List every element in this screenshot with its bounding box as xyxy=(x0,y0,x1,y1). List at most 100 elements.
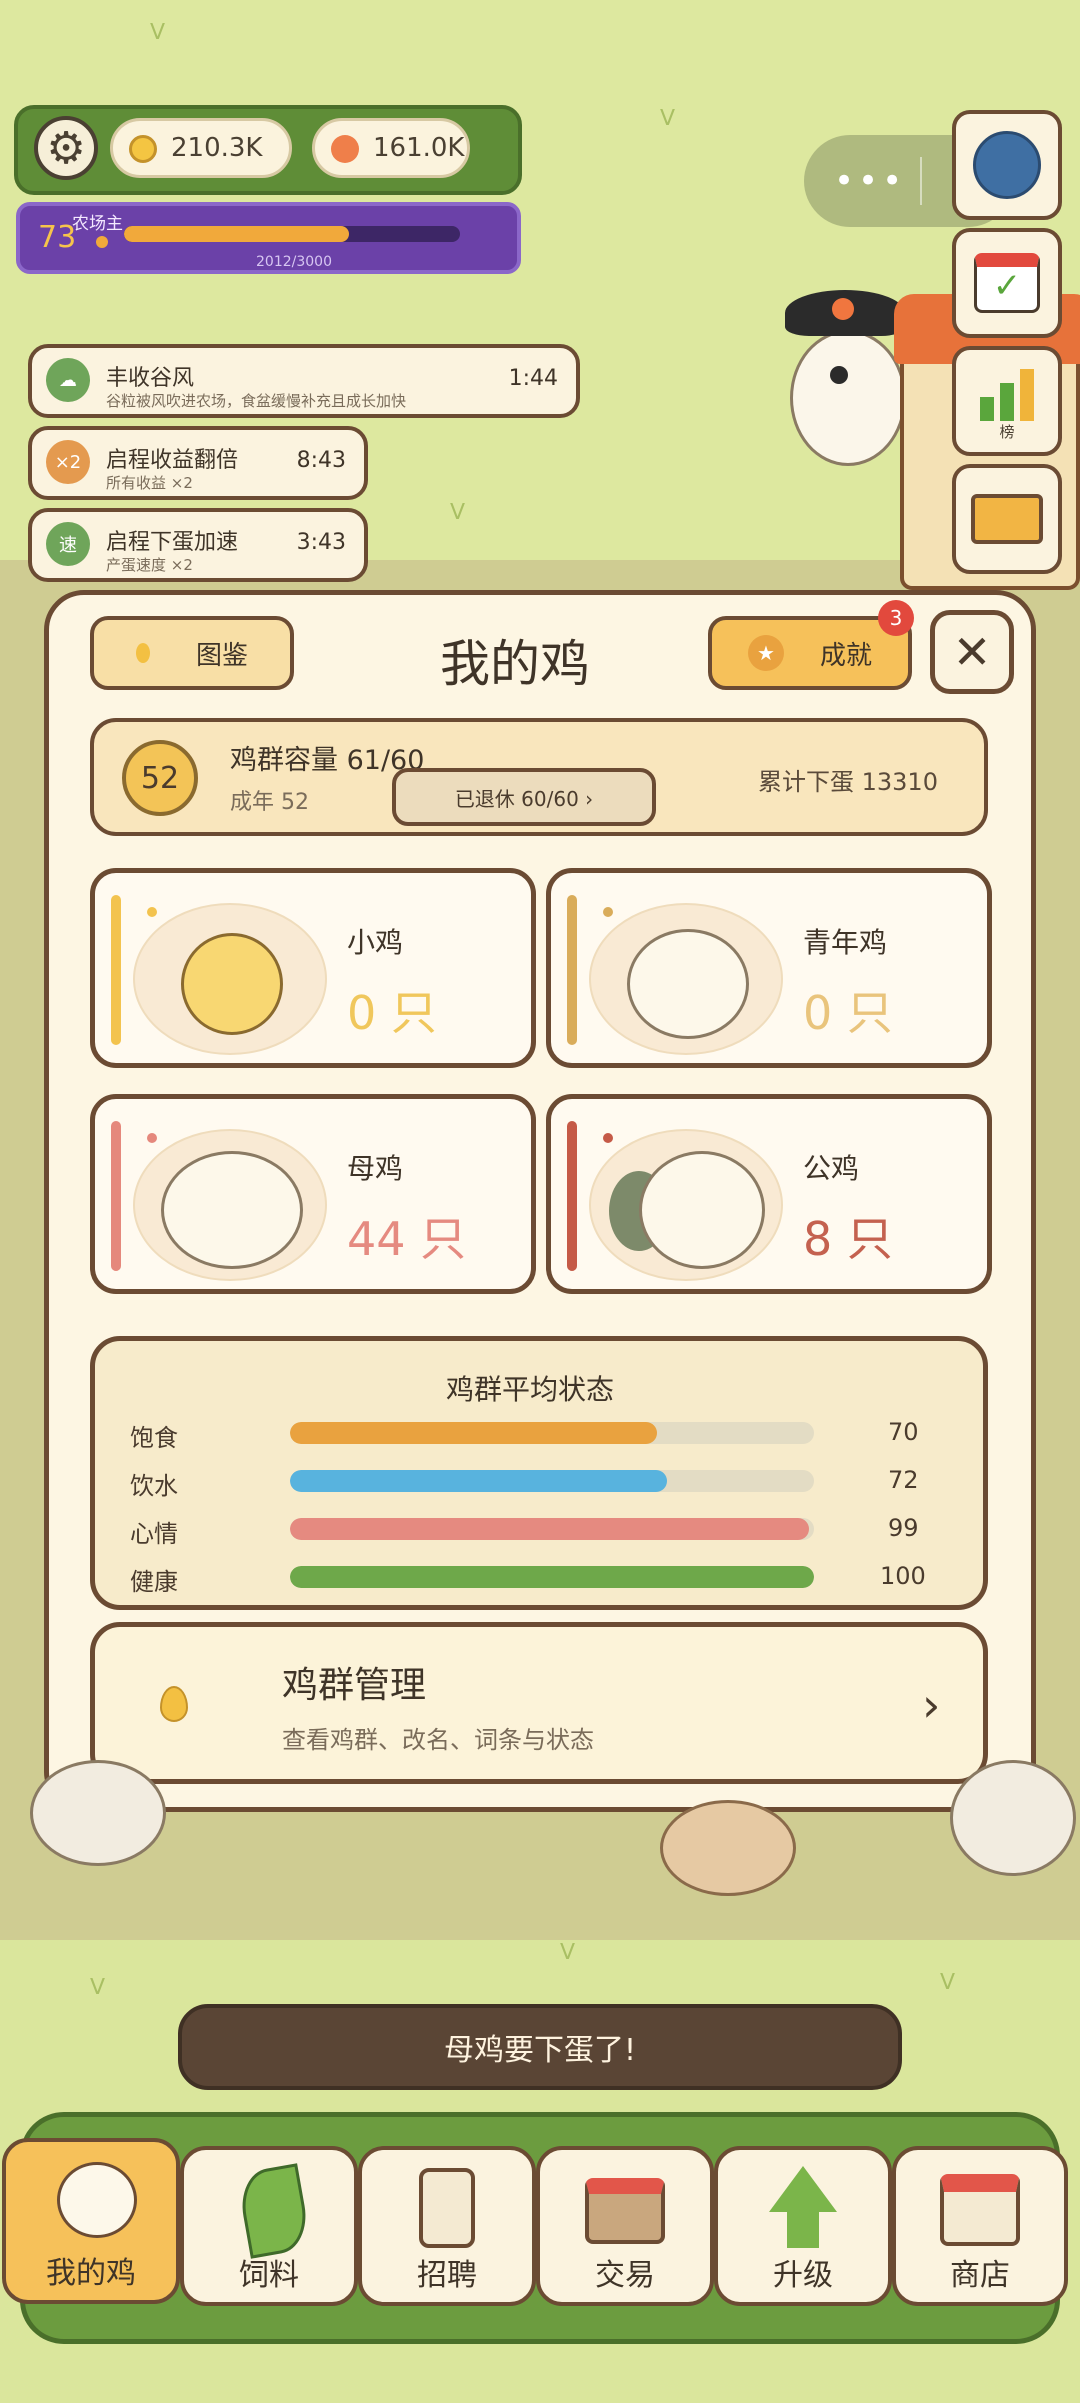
chicken-icon xyxy=(43,2156,139,2252)
catalog-label: 图鉴 xyxy=(195,640,248,671)
type-card-chick[interactable]: 小鸡 0 只 xyxy=(90,868,536,1068)
hen-portrait xyxy=(133,1129,327,1281)
buff-title: 启程下蛋加速 xyxy=(106,530,239,555)
type-count: 44 只 xyxy=(347,1212,467,1266)
type-name: 公鸡 xyxy=(803,1152,860,1185)
flock-management-button[interactable] xyxy=(90,1622,988,1784)
chick-portrait xyxy=(133,903,327,1055)
speed-icon: 速 xyxy=(46,522,90,566)
chevron-right-icon: › xyxy=(922,1678,941,1732)
catalog-button[interactable]: 图鉴 xyxy=(90,616,294,690)
retired-label: 已退休 60/60 › xyxy=(454,786,594,811)
type-name: 青年鸡 xyxy=(803,926,888,959)
buff-harvest-wind[interactable]: ☁ 丰收谷风 谷粒被风吹进农场，食盆缓慢补充且成长加快 1:44 xyxy=(28,344,580,418)
management-title: 鸡群管理 xyxy=(282,1665,427,1706)
toast-text: 母鸡要下蛋了! xyxy=(443,2033,637,2068)
status-title: 鸡群平均状态 xyxy=(446,1373,615,1406)
health-track xyxy=(290,1566,814,1588)
leaderboard-button[interactable]: 榜 xyxy=(952,346,1062,456)
close-button[interactable]: ✕ xyxy=(930,610,1014,694)
water-value: 72 xyxy=(888,1466,919,1494)
chick-icon xyxy=(181,933,283,1035)
grass-tuft-icon: ᐯ xyxy=(90,1975,106,2000)
type-name: 母鸡 xyxy=(347,1152,404,1185)
nav-upgrade[interactable]: 升级 xyxy=(714,2146,892,2306)
buff-title: 丰收谷风 xyxy=(106,366,195,391)
globe-button[interactable] xyxy=(952,110,1062,220)
rooster-icon xyxy=(639,1151,765,1269)
status-label-fullness: 饱食 xyxy=(130,1424,178,1452)
settings-button[interactable]: ⚙ xyxy=(34,116,98,180)
nav-label: 升级 xyxy=(773,2258,833,2293)
hen-icon xyxy=(161,1151,303,1269)
nav-label: 商店 xyxy=(950,2258,1010,2293)
coin-counter[interactable]: 210.3K xyxy=(110,118,292,178)
grass-tuft-icon: ᐯ xyxy=(560,1940,576,1965)
retired-button[interactable]: 已退休 60/60 › xyxy=(392,768,656,826)
type-color-bar xyxy=(567,1121,577,1271)
calendar-check-icon: ✓ xyxy=(974,253,1040,313)
fullness-track xyxy=(290,1422,814,1444)
pirate-chicken[interactable] xyxy=(780,290,910,470)
shop-icon xyxy=(932,2164,1028,2260)
coin-amount: 210.3K xyxy=(171,133,263,163)
globe-icon xyxy=(973,131,1041,199)
buff-egg-speed[interactable]: 速 启程下蛋加速 产蛋速度 ×2 3:43 xyxy=(28,508,368,582)
type-dot xyxy=(603,1133,613,1143)
status-label-health: 健康 xyxy=(130,1568,178,1596)
double-icon: ×2 xyxy=(46,440,90,484)
capacity-level: 52 xyxy=(122,740,198,816)
golden-egg-icon xyxy=(160,1686,188,1722)
type-card-youth[interactable]: 青年鸡 0 只 xyxy=(546,868,992,1068)
background-chicken[interactable] xyxy=(660,1800,796,1896)
buff-subtitle: 产蛋速度 ×2 xyxy=(106,556,193,574)
mood-value: 99 xyxy=(888,1514,919,1542)
rooster-portrait xyxy=(589,1129,783,1281)
buff-title: 启程收益翻倍 xyxy=(106,448,239,473)
buff-timer: 3:43 xyxy=(296,530,346,555)
buff-subtitle: 谷粒被风吹进农场，食盆缓慢补充且成长加快 xyxy=(106,392,407,410)
background-chicken[interactable] xyxy=(30,1760,166,1866)
gem-counter[interactable]: 161.0K xyxy=(312,118,470,178)
checkin-button[interactable]: ✓ xyxy=(952,228,1062,338)
nav-recruit[interactable]: 招聘 xyxy=(358,2146,536,2306)
grass-tuft-icon: ᐯ xyxy=(150,20,166,45)
xp-text: 2012/3000 xyxy=(256,254,332,270)
close-icon: ✕ xyxy=(952,625,992,679)
xp-marker xyxy=(96,236,108,248)
nav-trade[interactable]: 交易 xyxy=(536,2146,714,2306)
grass-tuft-icon: ᐯ xyxy=(450,500,466,525)
bar-chart-icon xyxy=(980,361,1034,421)
type-count: 8 只 xyxy=(803,1212,893,1266)
cloud-icon: ☁ xyxy=(46,358,90,402)
more-icon[interactable]: ••• xyxy=(834,161,906,201)
gem-amount: 161.0K xyxy=(373,133,465,163)
background-chicken[interactable] xyxy=(950,1760,1076,1876)
leaf-icon xyxy=(221,2163,317,2260)
player-title: 农场主 xyxy=(72,214,123,234)
nav-my-chickens[interactable]: 我的鸡 xyxy=(2,2138,180,2304)
market-icon xyxy=(577,2164,673,2260)
buff-double-income[interactable]: ×2 启程收益翻倍 所有收益 ×2 8:43 xyxy=(28,426,368,500)
type-count: 0 只 xyxy=(347,986,437,1040)
type-dot xyxy=(147,1133,157,1143)
mail-button[interactable] xyxy=(952,464,1062,574)
nav-label: 交易 xyxy=(595,2258,655,2293)
water-track xyxy=(290,1470,814,1492)
health-fill xyxy=(290,1566,814,1588)
grass-tuft-icon: ᐯ xyxy=(660,106,676,131)
type-color-bar xyxy=(111,1121,121,1271)
status-label-water: 饮水 xyxy=(130,1472,178,1500)
buff-timer: 1:44 xyxy=(508,366,558,391)
nav-label: 招聘 xyxy=(417,2258,477,2293)
achievement-label: 成就 xyxy=(819,640,872,671)
achievement-badge: 3 xyxy=(878,600,914,636)
nav-shop[interactable]: 商店 xyxy=(892,2146,1068,2306)
status-label-mood: 心情 xyxy=(130,1520,178,1548)
type-card-rooster[interactable]: 公鸡 8 只 xyxy=(546,1094,992,1294)
type-card-hen[interactable]: 母鸡 44 只 xyxy=(90,1094,536,1294)
notification-toast: 母鸡要下蛋了! xyxy=(178,2004,902,2090)
mail-icon xyxy=(971,494,1043,544)
nav-feed[interactable]: 饲料 xyxy=(180,2146,358,2306)
coin-icon xyxy=(129,135,157,163)
